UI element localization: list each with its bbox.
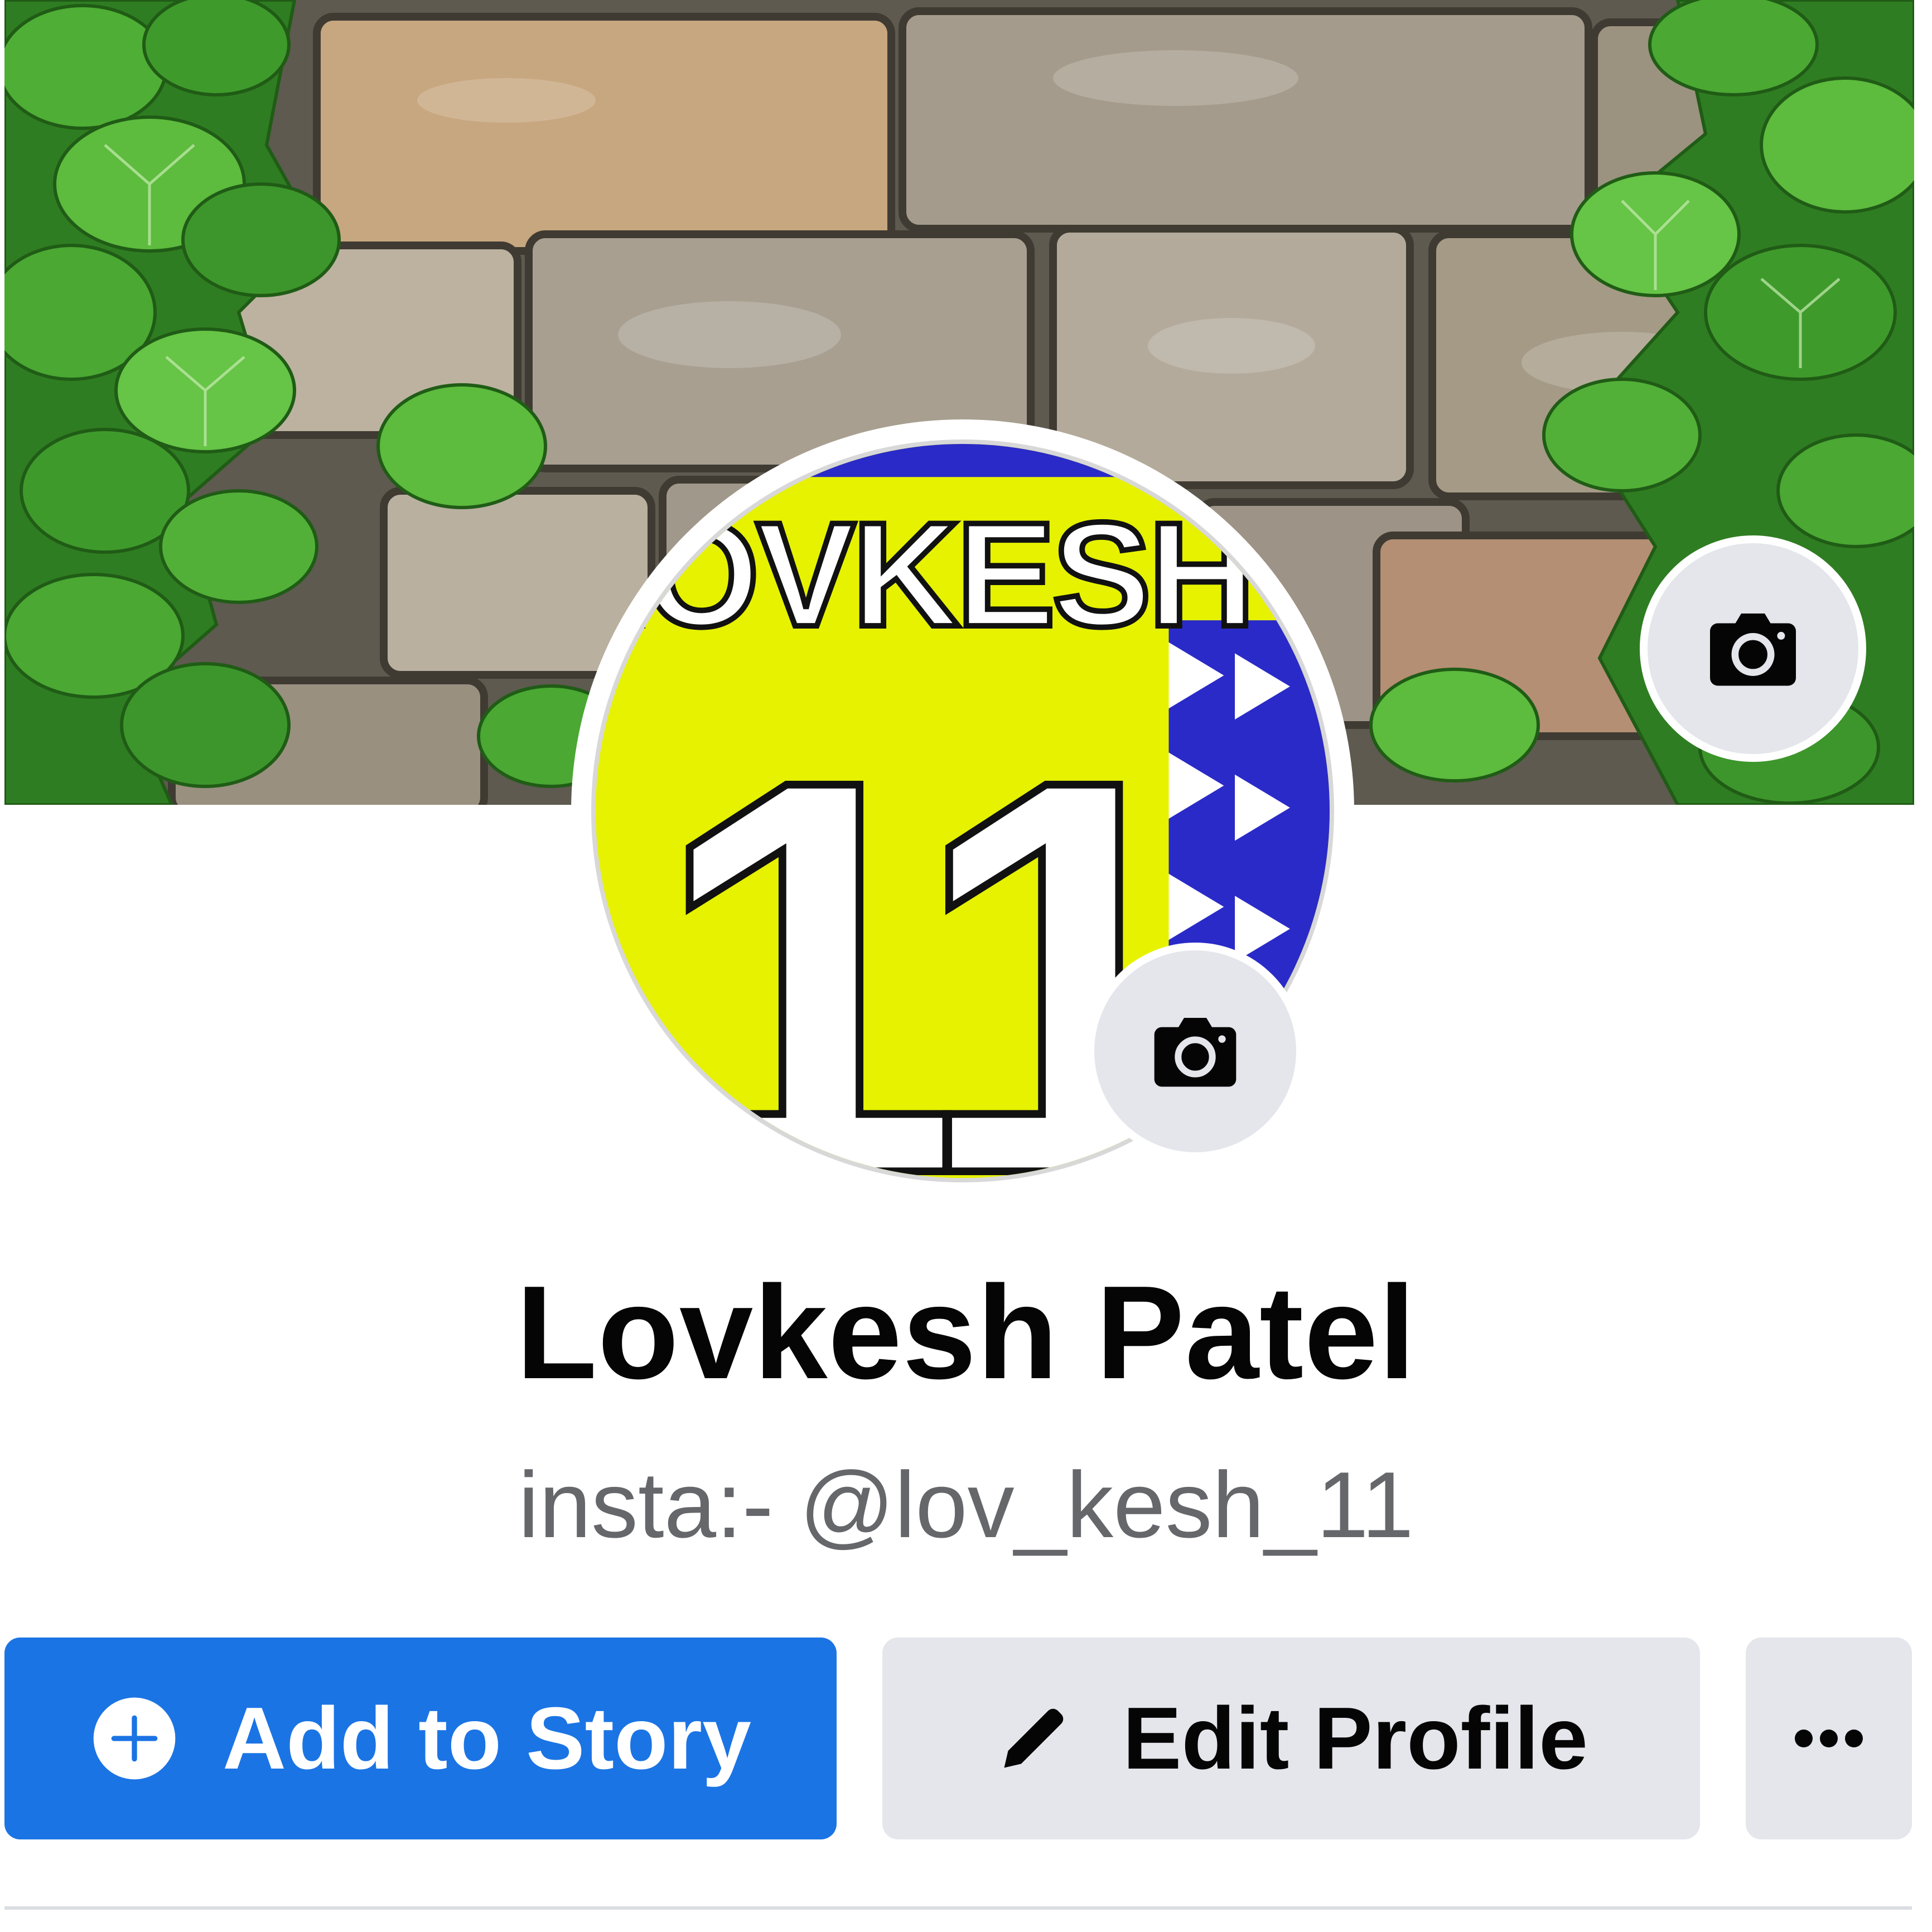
- cover-camera-button[interactable]: [1640, 535, 1866, 762]
- camera-icon: [1710, 614, 1796, 686]
- avatar-camera-button[interactable]: [1086, 943, 1304, 1160]
- plus-circle-icon: [90, 1694, 179, 1783]
- more-options-button[interactable]: [1746, 1638, 1912, 1839]
- edit-profile-label: Edit Profile: [1123, 1689, 1588, 1788]
- profile-name: Lovkesh Patel: [516, 1259, 1416, 1407]
- pencil-icon: [994, 1699, 1073, 1778]
- profile-bio: insta:- @lov_kesh_11: [518, 1452, 1414, 1557]
- more-dots-icon: [1793, 1727, 1865, 1750]
- edit-profile-button[interactable]: Edit Profile: [882, 1638, 1700, 1839]
- camera-icon: [1154, 1018, 1237, 1087]
- add-to-story-button[interactable]: Add to Story: [4, 1638, 837, 1839]
- section-divider: [4, 1906, 1912, 1910]
- add-to-story-label: Add to Story: [223, 1689, 751, 1788]
